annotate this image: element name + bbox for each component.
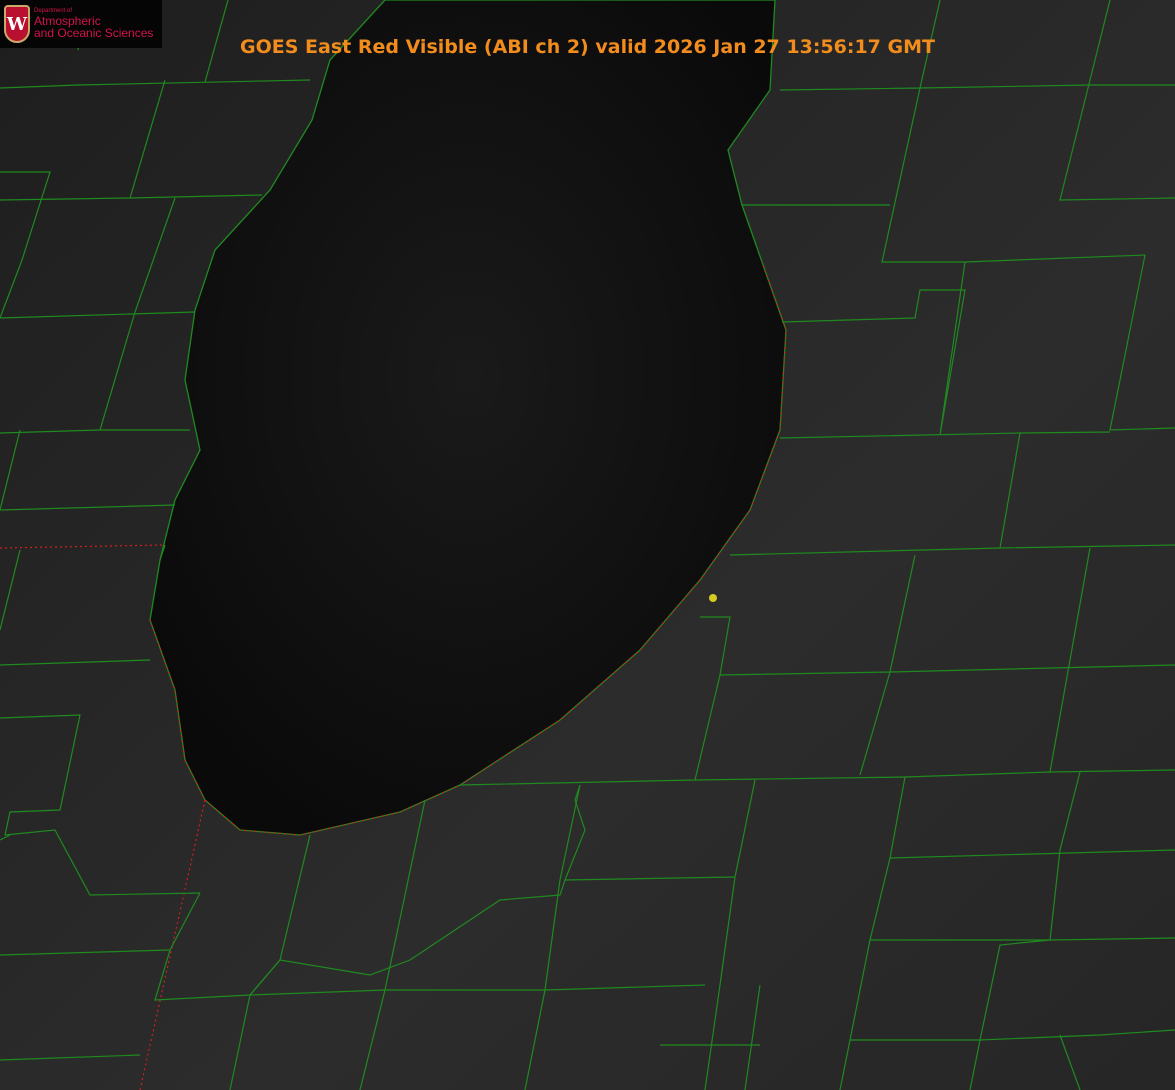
image-title: GOES East Red Visible (ABI ch 2) valid 2… [240,36,935,58]
logo-text: Department of Atmospheric and Oceanic Sc… [34,8,153,39]
satellite-image: W Department of Atmospheric and Oceanic … [0,0,1175,1090]
map-overlay [0,0,1175,1090]
shield-letter: W [6,13,28,35]
point-marker [709,594,717,602]
